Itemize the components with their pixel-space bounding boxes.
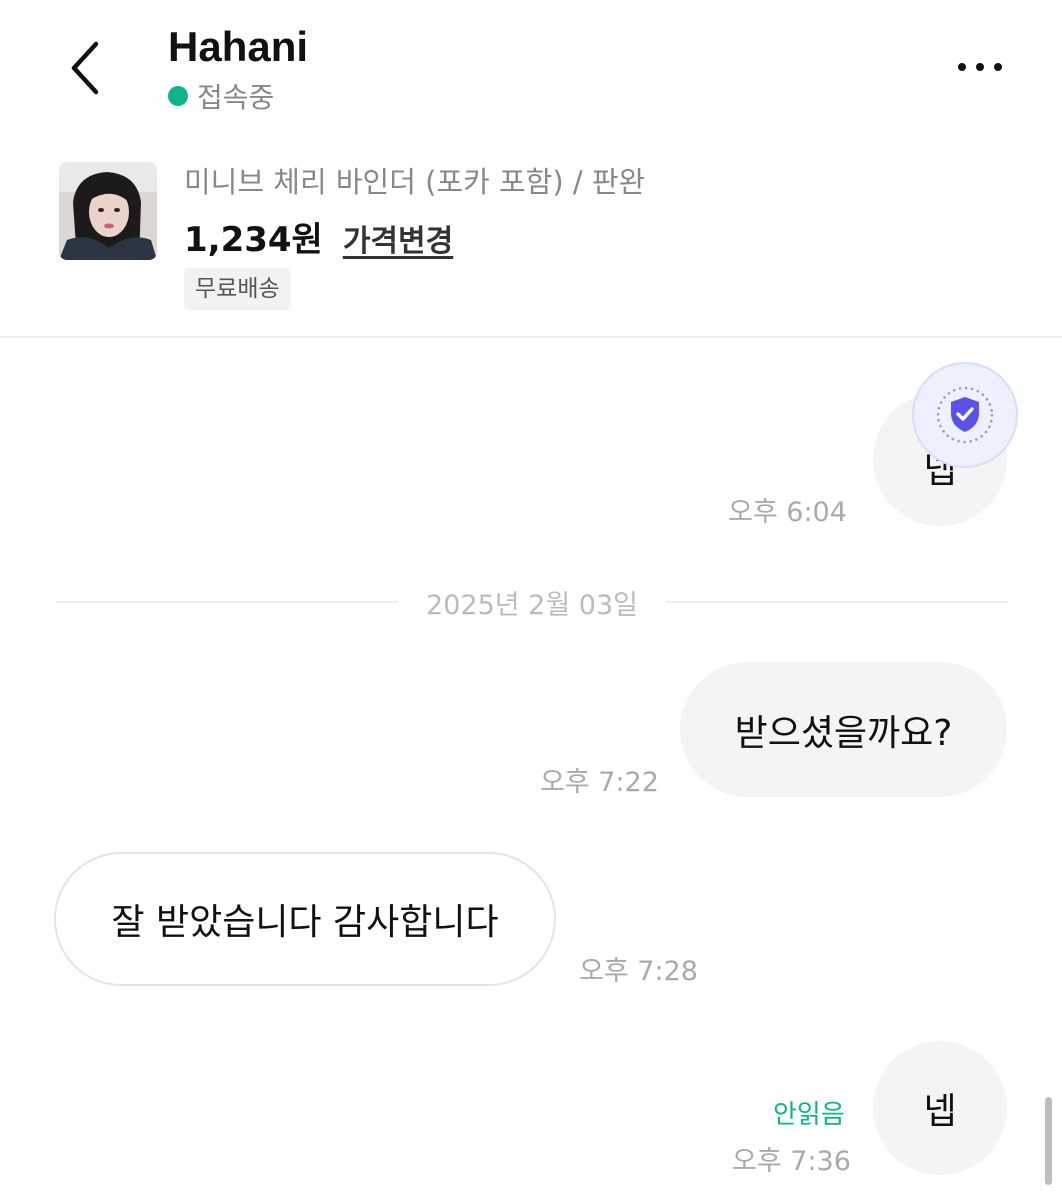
message-time: 오후 7:22 [540, 767, 659, 798]
back-button[interactable] [56, 34, 112, 102]
divider [0, 336, 1062, 338]
chevron-left-icon [71, 41, 99, 95]
more-dot-icon [958, 63, 966, 71]
free-shipping-badge: 무료배송 [184, 268, 291, 310]
date-separator-text: 2025년 2월 03일 [426, 589, 638, 621]
more-dot-icon [976, 63, 984, 71]
product-thumbnail[interactable] [59, 162, 157, 260]
message-bubble-mine[interactable]: 넵 [873, 1041, 1007, 1175]
message-time: 오후 7:36 [732, 1146, 851, 1177]
message-time: 오후 6:04 [728, 497, 847, 528]
unread-status: 안읽음 [773, 1100, 845, 1130]
product-photo [59, 162, 157, 260]
online-status-text: 접속중 [197, 81, 275, 114]
price-row: 1,234원 가격변경 [184, 212, 453, 261]
divider [665, 601, 1008, 603]
scrollbar[interactable] [1045, 1097, 1052, 1185]
shield-check-icon [936, 386, 994, 444]
message-time: 오후 7:28 [579, 956, 698, 987]
more-dot-icon [994, 63, 1002, 71]
price-change-link[interactable]: 가격변경 [343, 216, 453, 260]
safe-payment-button[interactable] [912, 362, 1018, 468]
more-options-button[interactable] [944, 44, 1016, 90]
online-dot-icon [168, 86, 188, 106]
divider [56, 601, 399, 603]
message-bubble-partner[interactable]: 잘 받았습니다 감사합니다 [54, 852, 556, 986]
date-separator: 2025년 2월 03일 [56, 582, 1008, 622]
message-text: 받으셨을까요? [734, 712, 953, 754]
product-price: 1,234원 [184, 220, 323, 260]
partner-name: Hahani [168, 23, 309, 70]
product-title: 미니브 체리 바인더 (포카 포함) / 판완 [184, 165, 646, 199]
message-text: 넵 [923, 1091, 957, 1132]
message-bubble-mine[interactable]: 받으셨을까요? [680, 662, 1007, 797]
message-text: 잘 받았습니다 감사합니다 [111, 902, 499, 943]
chat-screen: Hahani 접속중 미니브 체리 바인더 (포카 포함) / 판완 1,234… [0, 0, 1062, 1200]
online-status: 접속중 [168, 78, 274, 114]
